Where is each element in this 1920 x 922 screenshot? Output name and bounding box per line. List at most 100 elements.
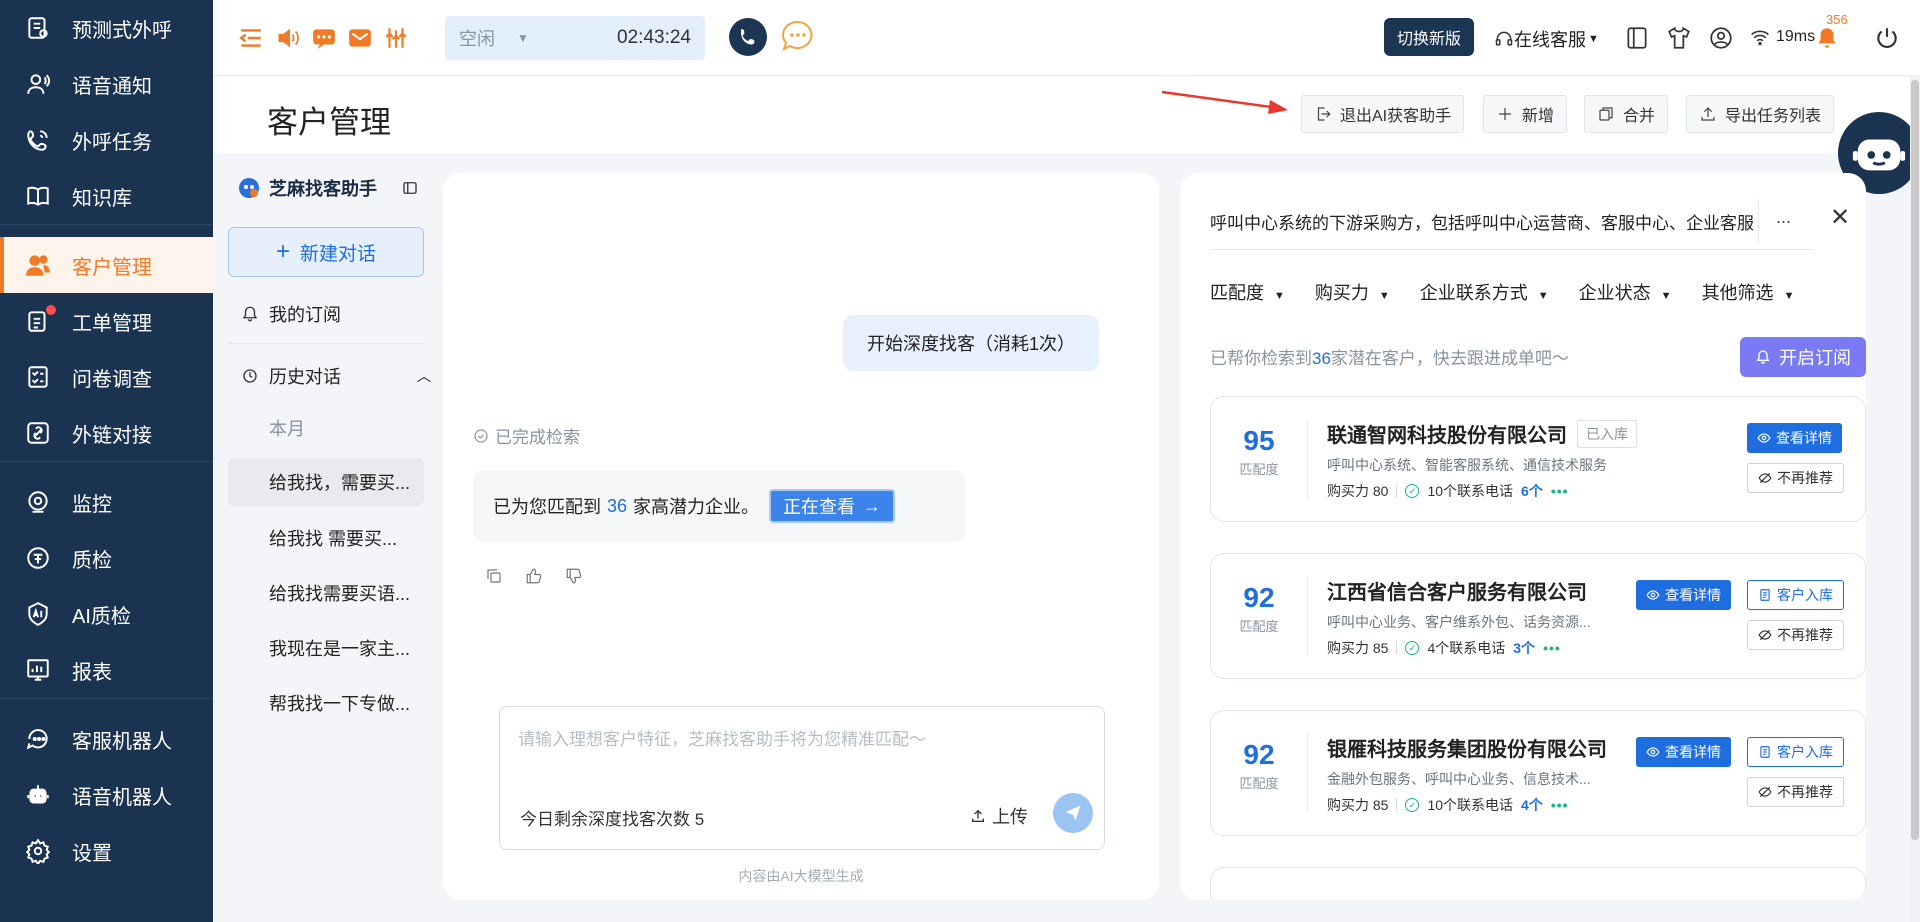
speaker-icon[interactable] bbox=[274, 24, 302, 52]
scrollbar-thumb[interactable] bbox=[1911, 80, 1919, 840]
more-dots-icon[interactable]: ••• bbox=[1551, 483, 1569, 499]
filter-contact[interactable]: 企业联系方式 ▼ bbox=[1420, 279, 1549, 305]
export-task-list-button[interactable]: 导出任务列表 bbox=[1686, 95, 1835, 133]
add-customer-button[interactable]: 客户入库 bbox=[1747, 580, 1844, 610]
filter-status[interactable]: 企业状态 ▼ bbox=[1579, 279, 1672, 305]
check-icon: ✓ bbox=[1405, 484, 1420, 498]
nav-item-voice-robot[interactable]: 语音机器人 bbox=[0, 767, 213, 823]
caret-down-icon: ▼ bbox=[1378, 290, 1390, 302]
not-recommend-button[interactable]: 不再推荐 bbox=[1747, 777, 1844, 807]
filter-match[interactable]: 匹配度 ▼ bbox=[1210, 279, 1285, 305]
btn-label: 查看详情 bbox=[1776, 430, 1832, 446]
enable-subscription-button[interactable]: 开启订阅 bbox=[1740, 337, 1866, 377]
company-card[interactable]: 92 匹配度 江西省信合客户服务有限公司 呼叫中心业务、客户维系外包、话务资源.… bbox=[1210, 553, 1866, 679]
view-detail-button[interactable]: 查看详情 bbox=[1636, 737, 1731, 767]
history-item[interactable]: 我现在是一家主... bbox=[228, 624, 424, 672]
history-item[interactable]: 给我找，需要买... bbox=[228, 458, 424, 506]
company-name[interactable]: 联通智网科技股份有限公司 bbox=[1327, 419, 1567, 448]
notification-count: 356 bbox=[1826, 12, 1848, 27]
team-icon[interactable] bbox=[382, 24, 410, 52]
not-recommend-button[interactable]: 不再推荐 bbox=[1747, 463, 1844, 493]
history-item[interactable]: 给我找 需要买... bbox=[228, 514, 424, 562]
company-name[interactable]: 江西省信合客户服务有限公司 bbox=[1327, 576, 1587, 605]
chat-bubble-button[interactable] bbox=[779, 18, 817, 56]
btn-label: 不再推荐 bbox=[1777, 470, 1833, 486]
history-item[interactable]: 帮我找一下专做... bbox=[228, 679, 424, 727]
user-profile-icon[interactable] bbox=[1707, 24, 1735, 52]
send-button[interactable] bbox=[1053, 793, 1093, 833]
more-button[interactable]: ... bbox=[1776, 207, 1791, 228]
nav-label: 报表 bbox=[72, 661, 112, 684]
copy-icon[interactable] bbox=[485, 567, 503, 585]
ai-footnote: 内容由AI大模型生成 bbox=[738, 868, 864, 884]
mail-icon[interactable] bbox=[346, 24, 374, 52]
chatbot-icon bbox=[24, 725, 52, 753]
add-customer-button[interactable]: 客户入库 bbox=[1747, 737, 1844, 767]
chat-input[interactable] bbox=[518, 725, 1078, 775]
nav-item-settings[interactable]: 设置 bbox=[0, 823, 213, 879]
contact-count[interactable]: 3个 bbox=[1513, 638, 1535, 658]
thumbs-up-icon[interactable] bbox=[525, 567, 543, 585]
agent-status-select[interactable]: 空闲 ▼ 02:43:24 bbox=[445, 16, 705, 60]
my-subscription-link[interactable]: 我的订阅 bbox=[241, 301, 341, 327]
chevron-up-icon: ︿ bbox=[417, 368, 431, 384]
close-icon[interactable]: ✕ bbox=[1830, 203, 1850, 232]
nav-item-outbound-task[interactable]: 外呼任务 bbox=[0, 112, 213, 168]
thumbs-down-icon[interactable] bbox=[565, 567, 583, 585]
more-dots-icon[interactable]: ••• bbox=[1551, 797, 1569, 813]
view-detail-button[interactable]: 查看详情 bbox=[1636, 580, 1731, 610]
nav-item-predictive-dial[interactable]: 预测式外呼 bbox=[0, 0, 213, 56]
page-header: 客户管理 退出AI获客助手 新增 合并 导出任务列表 bbox=[213, 77, 1920, 153]
bell-icon bbox=[242, 306, 258, 322]
filter-other[interactable]: 其他筛选 ▼ bbox=[1702, 279, 1795, 305]
nav-item-monitor[interactable]: 监控 bbox=[0, 474, 213, 530]
contact-count[interactable]: 6个 bbox=[1521, 481, 1543, 501]
company-name[interactable]: 银雁科技服务集团股份有限公司 bbox=[1327, 733, 1607, 762]
nav-item-survey[interactable]: 问卷调查 bbox=[0, 349, 213, 405]
viewing-button[interactable]: 正在查看 → bbox=[769, 489, 896, 523]
nav-item-voice-notice[interactable]: 语音通知 bbox=[0, 56, 213, 112]
history-toggle[interactable]: 历史对话 ︿ bbox=[241, 363, 431, 389]
online-service-label: 在线客服 bbox=[1514, 30, 1586, 50]
nav-item-ticket[interactable]: 工单管理 bbox=[0, 293, 213, 349]
layout-icon[interactable] bbox=[1623, 24, 1651, 52]
notification-dot bbox=[46, 305, 56, 315]
new-chat-button[interactable]: + 新建对话 bbox=[228, 227, 424, 277]
merge-button[interactable]: 合并 bbox=[1584, 95, 1669, 133]
score-label: 匹配度 bbox=[1239, 462, 1279, 477]
upload-button[interactable]: 上传 bbox=[970, 803, 1028, 829]
nav-item-knowledge[interactable]: 知识库 bbox=[0, 168, 213, 224]
plus-icon bbox=[1499, 108, 1511, 120]
history-item[interactable]: 给我找需要买语... bbox=[228, 569, 424, 617]
nav-item-link[interactable]: 外链对接 bbox=[0, 405, 213, 461]
nav-item-report[interactable]: 报表 bbox=[0, 642, 213, 698]
view-detail-button[interactable]: 查看详情 bbox=[1747, 423, 1842, 453]
company-card[interactable]: 95 匹配度 联通智网科技股份有限公司 已入库 呼叫中心系统、智能客服系统、通信… bbox=[1210, 396, 1866, 522]
add-button[interactable]: 新增 bbox=[1483, 95, 1568, 133]
nav-item-quality[interactable]: 质检 bbox=[0, 530, 213, 586]
switch-new-version-button[interactable]: 切换新版 bbox=[1384, 18, 1474, 56]
message-icon[interactable] bbox=[310, 24, 338, 52]
nav-item-customer[interactable]: 客户管理 bbox=[0, 237, 213, 293]
history-label: 历史对话 bbox=[269, 367, 341, 387]
company-desc: 呼叫中心业务、客户维系外包、话务资源... bbox=[1327, 614, 1591, 630]
search-query: 呼叫中心系统的下游采购方，包括呼叫中心运营商、客服中心、企业客服部门 bbox=[1210, 214, 1754, 233]
sidebar-toggle-icon[interactable] bbox=[401, 179, 419, 197]
match-score: 92 匹配度 bbox=[1211, 582, 1307, 635]
more-dots-icon[interactable]: ••• bbox=[1543, 640, 1561, 656]
bell-icon[interactable] bbox=[1813, 24, 1841, 52]
exit-ai-assistant-button[interactable]: 退出AI获客助手 bbox=[1301, 95, 1465, 133]
not-recommend-button[interactable]: 不再推荐 bbox=[1747, 620, 1844, 650]
nav-item-ai-quality[interactable]: AI质检 bbox=[0, 586, 213, 642]
eye-off-icon bbox=[1758, 786, 1772, 798]
contact-count[interactable]: 4个 bbox=[1521, 795, 1543, 815]
phone-button[interactable] bbox=[729, 18, 767, 56]
filter-buying-power[interactable]: 购买力 ▼ bbox=[1315, 279, 1390, 305]
company-card[interactable]: 92 匹配度 银雁科技服务集团股份有限公司 金融外包服务、呼叫中心业务、信息技术… bbox=[1210, 710, 1866, 836]
nav-item-chatbot[interactable]: 客服机器人 bbox=[0, 711, 213, 767]
collapse-menu-icon[interactable] bbox=[237, 24, 265, 52]
skin-icon[interactable] bbox=[1665, 24, 1693, 52]
power-icon[interactable] bbox=[1873, 24, 1901, 52]
online-service-dropdown[interactable]: 在线客服 ▼ bbox=[1494, 26, 1599, 52]
check-circle-icon bbox=[474, 428, 488, 443]
